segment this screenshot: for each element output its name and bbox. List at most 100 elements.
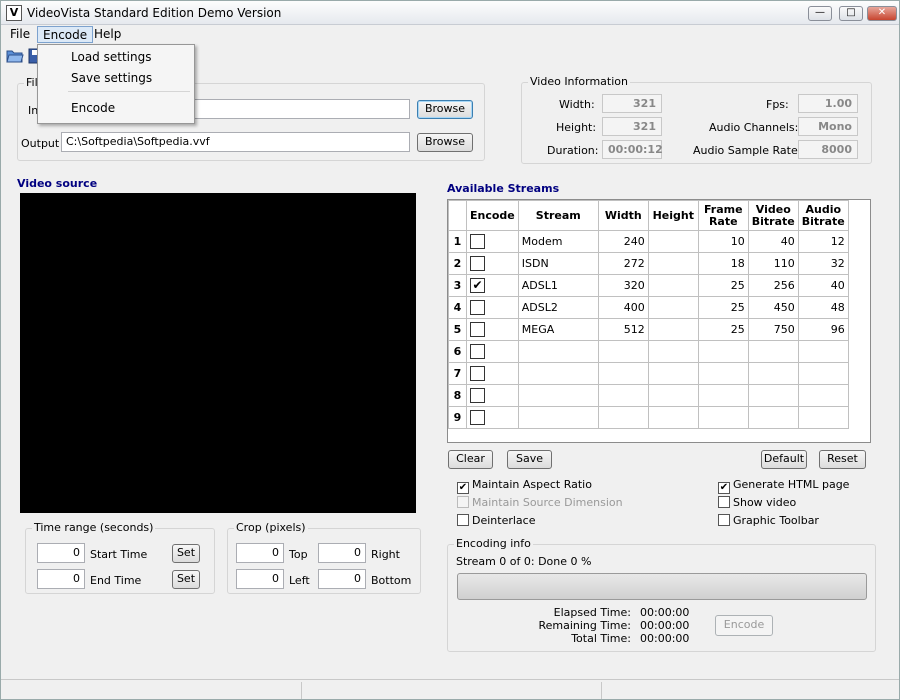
encode-checkbox[interactable] <box>470 234 485 249</box>
menu-file[interactable]: File <box>5 26 35 43</box>
cell-audio-bitrate[interactable] <box>797 384 849 407</box>
cell-stream[interactable] <box>517 384 599 407</box>
deinterlace-checkbox[interactable]: Deinterlace <box>457 514 535 527</box>
cell-width[interactable] <box>597 406 649 429</box>
crop-right-input[interactable]: 0 <box>318 543 366 563</box>
cell-height[interactable] <box>647 384 699 407</box>
cell-audio-bitrate[interactable] <box>797 340 849 363</box>
maintain-source-checkbox[interactable]: Maintain Source Dimension <box>457 496 623 509</box>
cell-height[interactable] <box>647 296 699 319</box>
cell-video-bitrate[interactable]: 110 <box>747 252 799 275</box>
col-encode[interactable]: Encode <box>466 200 519 231</box>
reset-button[interactable]: Reset <box>819 450 866 469</box>
cell-audio-bitrate[interactable]: 48 <box>797 296 849 319</box>
cell-width[interactable] <box>597 340 649 363</box>
col-video-bitrate[interactable]: Video Bitrate <box>747 200 799 231</box>
cell-stream[interactable] <box>517 340 599 363</box>
cell-audio-bitrate[interactable] <box>797 362 849 385</box>
col-audio-bitrate[interactable]: Audio Bitrate <box>797 200 849 231</box>
end-time-set-button[interactable]: Set <box>172 570 200 589</box>
cell-audio-bitrate[interactable]: 12 <box>797 230 849 253</box>
crop-left-input[interactable]: 0 <box>236 569 284 589</box>
table-row[interactable]: 6 <box>448 340 849 363</box>
menu-encode-item[interactable]: Encode <box>71 101 115 115</box>
cell-height[interactable] <box>647 340 699 363</box>
cell-height[interactable] <box>647 318 699 341</box>
table-row[interactable]: 1 Modem 240 10 40 12 <box>448 230 849 253</box>
table-row[interactable]: 8 <box>448 384 849 407</box>
cell-frame-rate[interactable]: 25 <box>697 318 749 341</box>
generate-html-checkbox[interactable]: ✔ Generate HTML page <box>718 478 849 494</box>
col-stream[interactable]: Stream <box>517 200 599 231</box>
col-height[interactable]: Height <box>647 200 699 231</box>
encode-checkbox[interactable] <box>470 300 485 315</box>
menu-save-settings[interactable]: Save settings <box>71 71 152 85</box>
cell-height[interactable] <box>647 252 699 275</box>
cell-stream[interactable]: MEGA <box>517 318 599 341</box>
cell-video-bitrate[interactable] <box>747 406 799 429</box>
end-time-input[interactable]: 0 <box>37 569 85 589</box>
cell-width[interactable]: 400 <box>597 296 649 319</box>
graphic-toolbar-checkbox[interactable]: Graphic Toolbar <box>718 514 819 527</box>
cell-video-bitrate[interactable] <box>747 362 799 385</box>
show-video-checkbox[interactable]: Show video <box>718 496 796 509</box>
cell-frame-rate[interactable] <box>697 384 749 407</box>
cell-frame-rate[interactable]: 18 <box>697 252 749 275</box>
cell-stream[interactable] <box>517 406 599 429</box>
cell-video-bitrate[interactable]: 256 <box>747 274 799 297</box>
cell-stream[interactable] <box>517 362 599 385</box>
table-row[interactable]: 7 <box>448 362 849 385</box>
cell-audio-bitrate[interactable] <box>797 406 849 429</box>
minimize-button[interactable]: — <box>808 6 832 21</box>
cell-height[interactable] <box>647 406 699 429</box>
cell-video-bitrate[interactable] <box>747 340 799 363</box>
maximize-button[interactable]: □ <box>839 6 863 21</box>
cell-audio-bitrate[interactable]: 96 <box>797 318 849 341</box>
cell-audio-bitrate[interactable]: 32 <box>797 252 849 275</box>
menu-help[interactable]: Help <box>89 26 126 43</box>
crop-bottom-input[interactable]: 0 <box>318 569 366 589</box>
maintain-aspect-checkbox[interactable]: ✔ Maintain Aspect Ratio <box>457 478 592 494</box>
default-button[interactable]: Default <box>761 450 807 469</box>
table-row[interactable]: 3 ✔ ADSL1 320 25 256 40 <box>448 274 849 297</box>
cell-frame-rate[interactable]: 25 <box>697 296 749 319</box>
encode-button[interactable]: Encode <box>715 615 773 636</box>
crop-top-input[interactable]: 0 <box>236 543 284 563</box>
encode-checkbox[interactable] <box>470 410 485 425</box>
cell-width[interactable]: 272 <box>597 252 649 275</box>
cell-frame-rate[interactable] <box>697 406 749 429</box>
cell-video-bitrate[interactable]: 450 <box>747 296 799 319</box>
cell-video-bitrate[interactable]: 750 <box>747 318 799 341</box>
open-folder-icon[interactable] <box>6 48 24 64</box>
table-row[interactable]: 5 MEGA 512 25 750 96 <box>448 318 849 341</box>
cell-stream[interactable]: Modem <box>517 230 599 253</box>
encode-checkbox[interactable] <box>470 344 485 359</box>
output-browse-button[interactable]: Browse <box>417 133 473 152</box>
cell-stream[interactable]: ADSL1 <box>517 274 599 297</box>
encode-checkbox[interactable] <box>470 388 485 403</box>
cell-video-bitrate[interactable]: 40 <box>747 230 799 253</box>
start-time-input[interactable]: 0 <box>37 543 85 563</box>
save-streams-button[interactable]: Save <box>507 450 552 469</box>
table-row[interactable]: 9 <box>448 406 849 429</box>
cell-frame-rate[interactable] <box>697 362 749 385</box>
col-width[interactable]: Width <box>597 200 649 231</box>
encode-checkbox[interactable] <box>470 322 485 337</box>
cell-width[interactable] <box>597 362 649 385</box>
cell-frame-rate[interactable]: 10 <box>697 230 749 253</box>
encode-checkbox[interactable]: ✔ <box>470 278 485 293</box>
clear-button[interactable]: Clear <box>448 450 493 469</box>
col-frame-rate[interactable]: Frame Rate <box>697 200 749 231</box>
table-row[interactable]: 2 ISDN 272 18 110 32 <box>448 252 849 275</box>
cell-frame-rate[interactable] <box>697 340 749 363</box>
output-file-field[interactable]: C:\Softpedia\Softpedia.vvf <box>61 132 410 152</box>
cell-height[interactable] <box>647 362 699 385</box>
cell-audio-bitrate[interactable]: 40 <box>797 274 849 297</box>
cell-width[interactable] <box>597 384 649 407</box>
menu-encode[interactable]: Encode <box>37 26 94 43</box>
cell-frame-rate[interactable]: 25 <box>697 274 749 297</box>
menu-load-settings[interactable]: Load settings <box>71 50 151 64</box>
close-button[interactable]: ✕ <box>867 6 897 21</box>
cell-width[interactable]: 512 <box>597 318 649 341</box>
encode-checkbox[interactable] <box>470 366 485 381</box>
